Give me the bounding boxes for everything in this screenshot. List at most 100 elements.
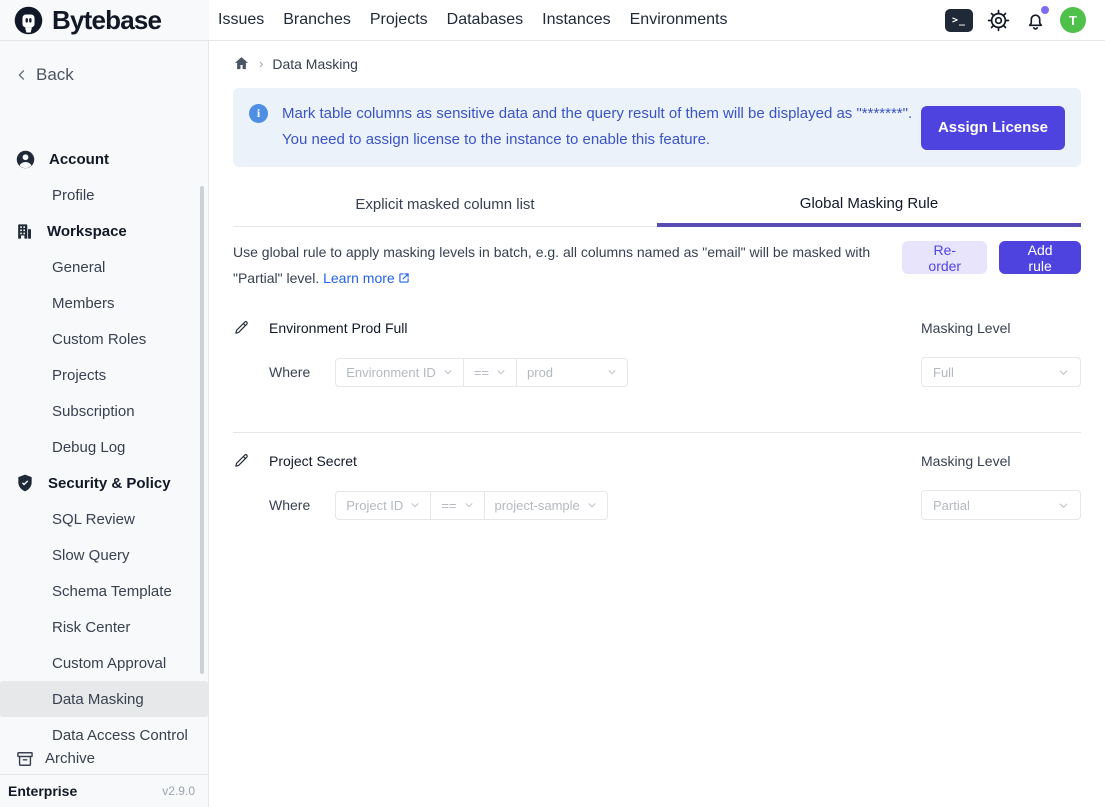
where-label: Where	[269, 364, 310, 380]
tab-explicit-masked-column-list[interactable]: Explicit masked column list	[233, 183, 657, 227]
rules-description: Use global rule to apply masking levels …	[233, 239, 902, 291]
nav-projects[interactable]: Projects	[370, 7, 428, 33]
sidebar-scrollbar[interactable]	[200, 186, 204, 674]
sidebar-item-custom-approval[interactable]: Custom Approval	[0, 645, 208, 681]
sidebar-item-schema-template[interactable]: Schema Template	[0, 573, 208, 609]
sidebar-section-workspace: Workspace	[0, 213, 208, 249]
plan-badge: Enterprise	[8, 783, 77, 799]
back-button[interactable]: Back	[0, 41, 208, 85]
assign-license-button[interactable]: Assign License	[921, 106, 1065, 150]
nav-issues[interactable]: Issues	[218, 7, 264, 33]
shield-check-icon	[15, 473, 35, 493]
add-rule-button[interactable]: Add rule	[999, 241, 1081, 274]
tab-global-masking-rule[interactable]: Global Masking Rule	[657, 183, 1081, 227]
sidebar-item-data-access-control[interactable]: Data Access Control	[0, 717, 208, 740]
chevron-down-icon	[587, 500, 597, 510]
header-actions: >_ T	[945, 7, 1105, 33]
notification-dot	[1041, 6, 1049, 14]
masking-level-value: Full	[933, 365, 954, 380]
sidebar-item-general[interactable]: General	[0, 249, 208, 285]
main-content: › Data Masking i Mark table columns as s…	[209, 41, 1105, 807]
bytebase-app: Bytebase Issues Branches Projects Databa…	[0, 0, 1105, 807]
version-label: v2.9.0	[162, 784, 195, 798]
top-header: Bytebase Issues Branches Projects Databa…	[0, 0, 1105, 41]
archive-label: Archive	[45, 750, 95, 767]
chevron-left-icon	[15, 68, 29, 82]
sidebar-item-archive[interactable]: Archive	[0, 743, 208, 774]
chevron-down-icon	[1058, 367, 1069, 378]
masking-level-label: Masking Level	[921, 453, 1081, 469]
sidebar-section-security-policy: Security & Policy	[0, 465, 208, 501]
user-avatar[interactable]: T	[1060, 7, 1086, 33]
condition-operator-select[interactable]: ==	[464, 359, 517, 386]
banner-line-1: Mark table columns as sensitive data and…	[282, 101, 912, 127]
sql-editor-icon[interactable]: >_	[945, 9, 973, 32]
bytebase-logo-icon	[13, 5, 44, 36]
home-icon[interactable]	[233, 55, 250, 72]
chevron-down-icon	[496, 367, 506, 377]
back-label: Back	[36, 65, 74, 85]
condition-field-value: Project ID	[346, 498, 403, 513]
sidebar-item-profile[interactable]: Profile	[0, 177, 208, 213]
rule-where-row: Where Environment ID == prod	[233, 357, 1081, 387]
condition-value-select[interactable]: project-sample	[485, 492, 607, 519]
sidebar-item-custom-roles[interactable]: Custom Roles	[0, 321, 208, 357]
learn-more-link[interactable]: Learn more	[323, 270, 411, 286]
sidebar-item-slow-query[interactable]: Slow Query	[0, 537, 208, 573]
section-label: Account	[49, 151, 109, 168]
masking-level-select[interactable]: Partial	[921, 490, 1081, 520]
learn-more-label: Learn more	[323, 270, 395, 286]
sidebar-nav: Account Profile Workspace	[0, 137, 208, 740]
edit-pencil-icon[interactable]	[233, 319, 250, 336]
condition-operator-select[interactable]: ==	[431, 492, 484, 519]
edit-pencil-icon[interactable]	[233, 452, 250, 469]
nav-instances[interactable]: Instances	[542, 7, 610, 33]
condition-field-value: Environment ID	[346, 365, 436, 380]
breadcrumb-separator: ›	[259, 56, 263, 71]
nav-environments[interactable]: Environments	[630, 7, 728, 33]
breadcrumb: › Data Masking	[209, 41, 1105, 72]
rule-title-row: Environment Prod Full Masking Level	[233, 319, 1081, 336]
sidebar-item-data-masking[interactable]: Data Masking	[0, 681, 208, 717]
where-label: Where	[269, 497, 310, 513]
sidebar-item-debug-log[interactable]: Debug Log	[0, 429, 208, 465]
sidebar-item-risk-center[interactable]: Risk Center	[0, 609, 208, 645]
masking-rule-card: Environment Prod Full Masking Level Wher…	[233, 319, 1081, 387]
chevron-down-icon	[464, 500, 474, 510]
condition-operator-value: ==	[474, 365, 489, 380]
sidebar-section-account: Account	[0, 141, 208, 177]
rule-title: Environment Prod Full	[269, 320, 408, 336]
reorder-button[interactable]: Re-order	[902, 241, 987, 274]
archive-box-icon	[15, 749, 35, 769]
condition-value: prod	[527, 365, 553, 380]
top-navigation: Issues Branches Projects Databases Insta…	[209, 7, 727, 33]
rule-where-row: Where Project ID == project-sample	[233, 490, 1081, 520]
info-icon: i	[249, 104, 268, 123]
condition-field-select[interactable]: Project ID	[336, 492, 431, 519]
sidebar-item-members[interactable]: Members	[0, 285, 208, 321]
external-link-icon	[397, 271, 411, 285]
notification-bell-icon[interactable]	[1024, 9, 1047, 32]
rule-title-row: Project Secret Masking Level	[233, 452, 1081, 469]
nav-branches[interactable]: Branches	[283, 7, 351, 33]
building-icon	[15, 222, 34, 241]
masking-level-select[interactable]: Full	[921, 357, 1081, 387]
nav-databases[interactable]: Databases	[447, 7, 524, 33]
condition-value: project-sample	[495, 498, 580, 513]
rule-divider	[233, 432, 1081, 433]
license-info-banner: i Mark table columns as sensitive data a…	[233, 88, 1081, 167]
sidebar-item-projects[interactable]: Projects	[0, 357, 208, 393]
sidebar-item-subscription[interactable]: Subscription	[0, 393, 208, 429]
banner-line-2[interactable]: You need to assign license to the instan…	[282, 127, 912, 153]
section-label: Workspace	[47, 223, 127, 240]
sidebar-item-sql-review[interactable]: SQL Review	[0, 501, 208, 537]
chevron-down-icon	[1058, 500, 1069, 511]
brand-wordmark: Bytebase	[52, 5, 161, 36]
breadcrumb-current: Data Masking	[272, 56, 358, 72]
section-label: Security & Policy	[48, 475, 171, 492]
brand-logo[interactable]: Bytebase	[0, 0, 209, 40]
condition-field-select[interactable]: Environment ID	[336, 359, 464, 386]
settings-gear-icon[interactable]	[986, 8, 1011, 33]
user-circle-icon	[15, 149, 36, 170]
condition-value-select[interactable]: prod	[517, 359, 627, 386]
